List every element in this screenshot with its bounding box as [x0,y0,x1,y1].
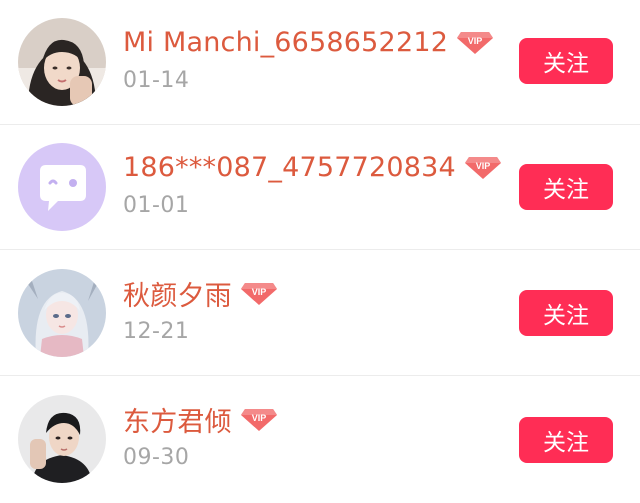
vip-badge-icon: VIP [240,279,278,307]
vip-label: VIP [468,36,483,46]
avatar[interactable] [18,18,106,106]
list-item[interactable]: Mi Manchi_6658652212 VIP 01-14 关注 [0,0,640,125]
follow-button[interactable]: 关注 [519,417,613,463]
follow-button[interactable]: 关注 [519,38,613,84]
vip-label: VIP [476,161,491,171]
follow-date: 01-01 [123,193,190,218]
list-item[interactable]: 东方君倾 VIP 09-30 关注 [0,377,640,503]
follow-date: 01-14 [123,68,190,93]
username[interactable]: 186***087_4757720834 [123,152,456,183]
user-list: Mi Manchi_6658652212 VIP 01-14 关注 186***… [0,0,640,503]
list-item[interactable]: 186***087_4757720834 VIP 01-01 关注 [0,125,640,250]
vip-badge-icon: VIP [464,153,502,181]
chat-bubble-icon [18,143,106,231]
username[interactable]: 秋颜夕雨 [123,274,232,313]
vip-badge-icon: VIP [240,405,278,433]
photo-man-avatar-icon [18,395,106,483]
vip-badge-icon: VIP [456,28,494,56]
username[interactable]: Mi Manchi_6658652212 [123,27,448,58]
avatar[interactable] [18,143,106,231]
vip-label: VIP [252,287,267,297]
avatar[interactable] [18,395,106,483]
photo-girl-avatar-icon [18,18,106,106]
list-item[interactable]: 秋颜夕雨 VIP 12-21 关注 [0,251,640,376]
follow-date: 12-21 [123,319,190,344]
username[interactable]: 东方君倾 [123,400,232,439]
vip-label: VIP [252,413,267,423]
avatar[interactable] [18,269,106,357]
follow-date: 09-30 [123,445,190,470]
anime-girl-avatar-icon [18,269,106,357]
follow-button[interactable]: 关注 [519,290,613,336]
follow-button[interactable]: 关注 [519,164,613,210]
